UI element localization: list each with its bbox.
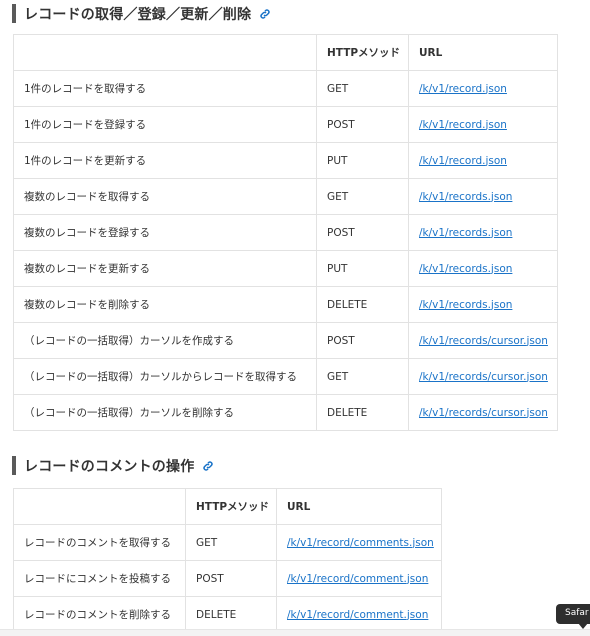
header-operation (13, 34, 317, 71)
url-link[interactable]: /k/v1/records.json (419, 299, 512, 311)
url-link[interactable]: /k/v1/records/cursor.json (419, 335, 548, 347)
comments-api-table: HTTPメソッド URL レコードのコメントを取得する GET/k/v1/reco… (13, 488, 442, 633)
table-row: レコードのコメントを削除する DELETE/k/v1/record/comment… (13, 596, 442, 633)
url-link[interactable]: /k/v1/records.json (419, 227, 512, 239)
header-http-method: HTTPメソッド (185, 488, 277, 525)
section-heading-records: レコードの取得／登録／更新／削除 (12, 4, 271, 23)
url-cell: /k/v1/records/cursor.json (408, 322, 558, 359)
table-row: 1件のレコードを取得する GET/k/v1/record.json (13, 70, 558, 107)
operation-cell: 複数のレコードを削除する (13, 286, 317, 323)
url-cell: /k/v1/records.json (408, 214, 558, 251)
url-link[interactable]: /k/v1/record/comment.json (287, 609, 428, 621)
table-row: （レコードの一括取得）カーソルを削除する DELETE/k/v1/records/… (13, 394, 558, 431)
method-cell: GET (185, 524, 277, 561)
url-cell: /k/v1/records/cursor.json (408, 358, 558, 395)
method-cell: POST (316, 322, 409, 359)
method-cell: DELETE (185, 596, 277, 633)
url-cell: /k/v1/records.json (408, 250, 558, 287)
url-link[interactable]: /k/v1/records.json (419, 191, 512, 203)
url-cell: /k/v1/record/comment.json (276, 560, 442, 597)
url-link[interactable]: /k/v1/record.json (419, 119, 507, 131)
table-row: 1件のレコードを登録する POST/k/v1/record.json (13, 106, 558, 143)
url-cell: /k/v1/records.json (408, 178, 558, 215)
header-http-method: HTTPメソッド (316, 34, 409, 71)
url-cell: /k/v1/record.json (408, 142, 558, 179)
method-cell: PUT (316, 142, 409, 179)
records-api-table: HTTPメソッド URL 1件のレコードを取得する GET/k/v1/record… (13, 34, 558, 431)
table-row: （レコードの一括取得）カーソルからレコードを取得する GET/k/v1/recor… (13, 358, 558, 395)
method-cell: POST (185, 560, 277, 597)
method-cell: DELETE (316, 286, 409, 323)
operation-cell: レコードにコメントを投稿する (13, 560, 186, 597)
method-cell: GET (316, 358, 409, 395)
operation-cell: 1件のレコードを登録する (13, 106, 317, 143)
operation-cell: 1件のレコードを取得する (13, 70, 317, 107)
header-url: URL (276, 488, 442, 525)
url-link[interactable]: /k/v1/record/comments.json (287, 537, 434, 549)
operation-cell: レコードのコメントを削除する (13, 596, 186, 633)
table-row: 複数のレコードを削除する DELETE/k/v1/records.json (13, 286, 558, 323)
method-cell: POST (316, 106, 409, 143)
tooltip-arrow (578, 623, 588, 629)
section-heading-comments: レコードのコメントの操作 (12, 456, 214, 475)
url-cell: /k/v1/record/comment.json (276, 596, 442, 633)
url-link[interactable]: /k/v1/records.json (419, 263, 512, 275)
url-cell: /k/v1/record/comments.json (276, 524, 442, 561)
method-cell: GET (316, 70, 409, 107)
table-header-row: HTTPメソッド URL (13, 488, 442, 525)
table-header-row: HTTPメソッド URL (13, 34, 558, 71)
url-link[interactable]: /k/v1/record.json (419, 83, 507, 95)
operation-cell: （レコードの一括取得）カーソルを作成する (13, 322, 317, 359)
table-row: 複数のレコードを登録する POST/k/v1/records.json (13, 214, 558, 251)
safari-tooltip: Safar (556, 604, 590, 624)
url-link[interactable]: /k/v1/records/cursor.json (419, 371, 548, 383)
operation-cell: （レコードの一括取得）カーソルを削除する (13, 394, 317, 431)
url-cell: /k/v1/records/cursor.json (408, 394, 558, 431)
header-url: URL (408, 34, 558, 71)
table-row: レコードにコメントを投稿する POST/k/v1/record/comment.j… (13, 560, 442, 597)
operation-cell: レコードのコメントを取得する (13, 524, 186, 561)
table-row: （レコードの一括取得）カーソルを作成する POST/k/v1/records/cu… (13, 322, 558, 359)
url-cell: /k/v1/records.json (408, 286, 558, 323)
section-title: レコードのコメントの操作 (24, 458, 195, 475)
operation-cell: 複数のレコードを登録する (13, 214, 317, 251)
method-cell: GET (316, 178, 409, 215)
operation-cell: （レコードの一括取得）カーソルからレコードを取得する (13, 358, 317, 395)
method-cell: POST (316, 214, 409, 251)
url-link[interactable]: /k/v1/record/comment.json (287, 573, 428, 585)
url-link[interactable]: /k/v1/records/cursor.json (419, 407, 548, 419)
method-cell: PUT (316, 250, 409, 287)
link-icon[interactable] (259, 8, 271, 20)
table-row: 1件のレコードを更新する PUT/k/v1/record.json (13, 142, 558, 179)
table-row: 複数のレコードを取得する GET/k/v1/records.json (13, 178, 558, 215)
url-link[interactable]: /k/v1/record.json (419, 155, 507, 167)
operation-cell: 1件のレコードを更新する (13, 142, 317, 179)
link-icon[interactable] (202, 460, 214, 472)
url-cell: /k/v1/record.json (408, 70, 558, 107)
header-operation (13, 488, 186, 525)
operation-cell: 複数のレコードを取得する (13, 178, 317, 215)
url-cell: /k/v1/record.json (408, 106, 558, 143)
operation-cell: 複数のレコードを更新する (13, 250, 317, 287)
table-row: 複数のレコードを更新する PUT/k/v1/records.json (13, 250, 558, 287)
method-cell: DELETE (316, 394, 409, 431)
section-title: レコードの取得／登録／更新／削除 (24, 6, 252, 23)
table-row: レコードのコメントを取得する GET/k/v1/record/comments.j… (13, 524, 442, 561)
